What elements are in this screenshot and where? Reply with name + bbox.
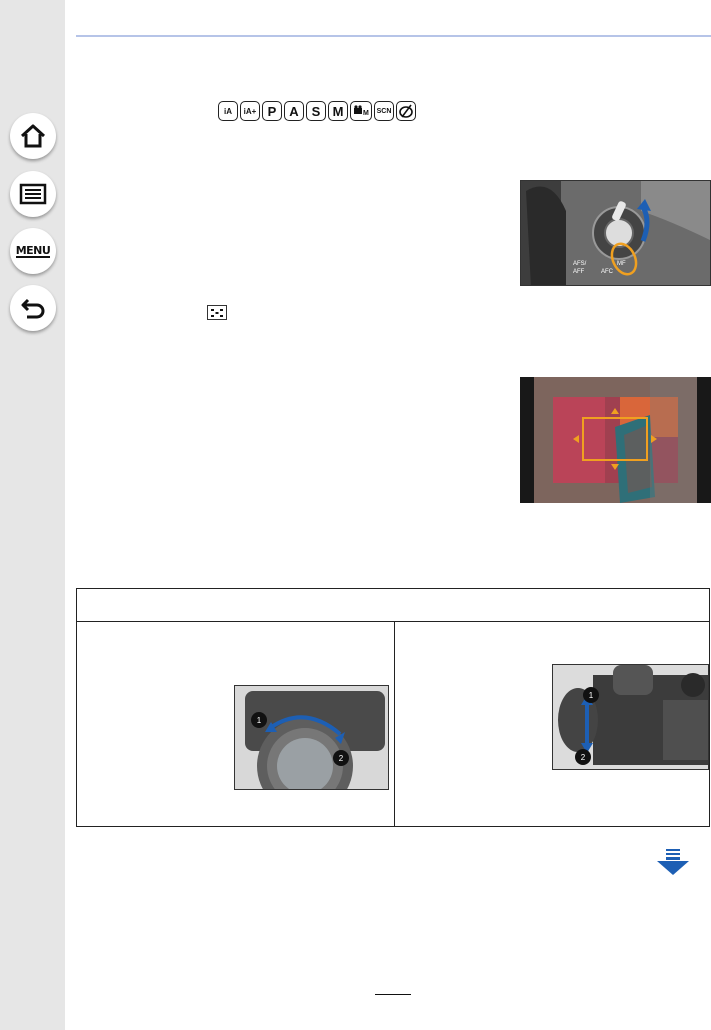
intelligent-auto-icon: iA [218, 101, 238, 121]
sidebar: MENU [0, 0, 65, 1030]
svg-text:2: 2 [581, 753, 586, 762]
list-icon [19, 183, 47, 205]
contents-button[interactable] [10, 171, 56, 217]
next-page-arrow-icon[interactable] [656, 848, 690, 881]
menu-icon: MENU [15, 243, 51, 258]
shutter-priority-icon: S [306, 101, 326, 121]
home-icon [20, 124, 46, 148]
focus-ring-figure: 1 2 [234, 685, 389, 790]
svg-text:1: 1 [257, 716, 262, 725]
rear-dial-figure: 1 2 [552, 664, 709, 770]
lever-label-afs: AFS/ [573, 261, 587, 267]
back-arrow-icon [21, 298, 45, 319]
svg-text:1: 1 [589, 691, 594, 700]
intelligent-auto-plus-icon: iA+ [240, 101, 260, 121]
lever-label-afc: AFC [601, 269, 614, 275]
program-mode-icon: P [262, 101, 282, 121]
af-area-position-figure [520, 377, 711, 503]
home-button[interactable] [10, 113, 56, 159]
af-area-icon [207, 305, 227, 320]
menu-button[interactable]: MENU [10, 228, 56, 274]
page-number-rule [375, 994, 411, 995]
operation-table: 1 2 1 2 [76, 588, 710, 827]
manual-mode-icon: M [328, 101, 348, 121]
creative-video-icon: M [350, 101, 372, 121]
svg-text:M: M [363, 110, 369, 117]
aperture-priority-icon: A [284, 101, 304, 121]
scene-guide-icon: SCN [374, 101, 394, 121]
creative-control-icon [396, 101, 416, 121]
mode-icons: iA iA+ P A S M M SCN [218, 101, 416, 121]
focus-mode-lever-figure: AFS/ AFF AFC MF [520, 180, 711, 286]
table-column-divider [394, 621, 395, 827]
svg-text:2: 2 [339, 754, 344, 763]
header-rule [76, 35, 711, 37]
lever-label-mf: MF [617, 261, 626, 267]
lever-label-aff: AFF [573, 269, 585, 275]
table-header-row [77, 589, 709, 622]
back-button[interactable] [10, 285, 56, 331]
